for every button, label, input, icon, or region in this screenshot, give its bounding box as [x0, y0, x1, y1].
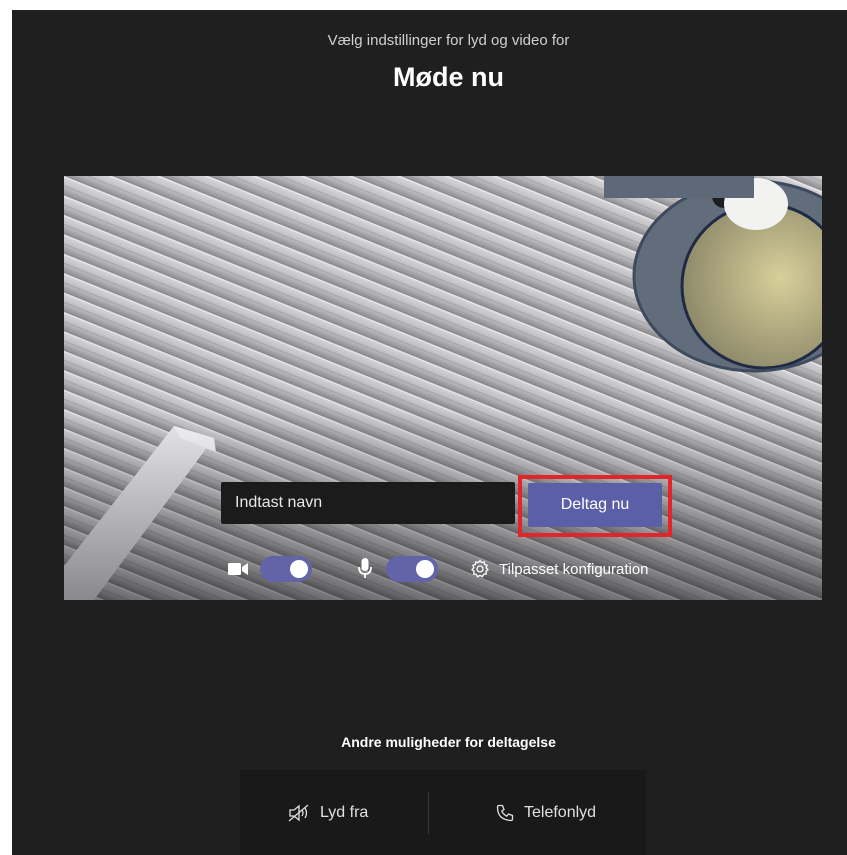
audio-off-option[interactable]: Lyd fra [288, 770, 368, 855]
camera-toggle[interactable] [260, 556, 312, 582]
video-bottom-shade [64, 176, 822, 600]
join-now-button[interactable]: Deltag nu [528, 483, 662, 527]
meeting-title: Møde nu [393, 62, 504, 92]
meeting-prejoin-screen: Vælg indstillinger for lyd og video for … [12, 10, 847, 855]
camera-icon [228, 563, 248, 575]
custom-config-label: Tilpasset konfiguration [499, 560, 649, 578]
audio-off-label: Lyd fra [320, 803, 369, 821]
name-input[interactable] [221, 482, 515, 524]
media-controls: Tilpasset konfiguration [64, 556, 822, 586]
gear-icon [471, 559, 489, 578]
prejoin-subtitle: Vælg indstillinger for lyd og video for [327, 32, 570, 49]
camera-toggle-knob [290, 560, 308, 578]
other-options-title: Andre muligheder for deltagelse [341, 734, 556, 750]
phone-audio-label: Telefonlyd [524, 803, 597, 821]
microphone-toggle-knob [416, 560, 434, 578]
options-divider [428, 792, 429, 834]
phone-audio-option[interactable]: Telefonlyd [496, 770, 596, 855]
video-preview: Deltag nu [64, 176, 822, 600]
phone-icon [496, 804, 514, 821]
speaker-off-icon [288, 804, 309, 821]
microphone-icon [358, 558, 372, 578]
custom-config-button[interactable]: Tilpasset konfiguration [470, 556, 649, 582]
microphone-toggle[interactable] [386, 556, 438, 582]
other-join-options: Lyd fra Telefonlyd [240, 770, 646, 855]
